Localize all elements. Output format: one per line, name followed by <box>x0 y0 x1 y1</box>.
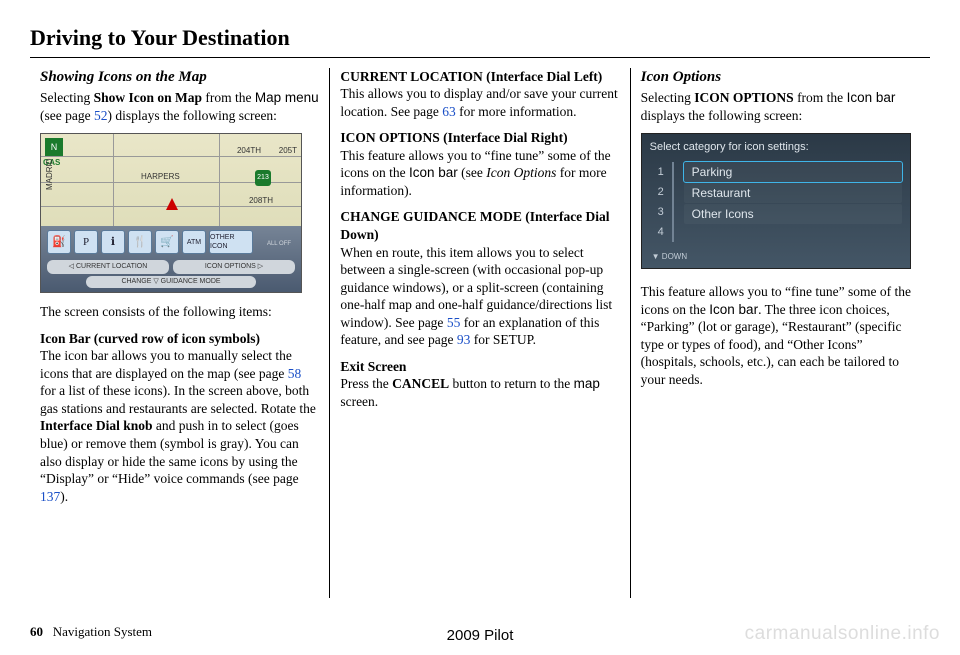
restaurant-icon[interactable]: 🍴 <box>128 230 152 254</box>
option-restaurant[interactable]: Restaurant <box>684 183 902 203</box>
map-road <box>41 156 301 157</box>
highway-shield: 213 <box>255 170 271 186</box>
heading: CURRENT LOCATION (Interface Dial Left) <box>340 69 602 84</box>
street-label: MADRID <box>45 159 55 191</box>
label: DOWN <box>662 252 687 261</box>
text: for more information. <box>456 104 577 119</box>
option-other-icons[interactable]: Other Icons <box>684 204 902 224</box>
text-bold: Interface Dial knob <box>40 418 153 433</box>
text-sans: Icon bar <box>409 165 458 180</box>
col1-subhead: Showing Icons on the Map <box>40 68 319 88</box>
current-location-section: CURRENT LOCATION (Interface Dial Left) T… <box>340 68 619 121</box>
page-link[interactable]: 58 <box>288 366 302 381</box>
text-bold: ICON OPTIONS <box>694 90 793 105</box>
col3-subhead: Icon Options <box>641 68 920 88</box>
icon-row: ⛽ P ℹ 🍴 🛒 ATM OTHER ICON <box>47 230 295 256</box>
parking-icon[interactable]: P <box>74 230 98 254</box>
text: Press the <box>340 376 392 391</box>
text-sans: Map menu <box>255 90 319 105</box>
text: displays the following screen: <box>641 108 803 123</box>
label: CURRENT LOCATION <box>76 263 147 270</box>
map-road <box>219 134 220 232</box>
text: from the <box>202 90 255 105</box>
text: (see page <box>40 108 94 123</box>
current-location-button[interactable]: ◁ CURRENT LOCATION <box>47 260 169 274</box>
text: for SETUP. <box>470 332 536 347</box>
screen2-title: Select category for icon settings: <box>642 134 910 162</box>
street-label: 205T <box>279 146 297 156</box>
page-link[interactable]: 93 <box>457 332 471 347</box>
label: ICON OPTIONS <box>205 263 256 270</box>
atm-icon[interactable]: ATM <box>182 230 206 254</box>
column-3: Icon Options Selecting ICON OPTIONS from… <box>630 68 930 598</box>
heading: ICON OPTIONS (Interface Dial Right) <box>340 130 567 145</box>
row-number: 4 <box>650 222 674 242</box>
text-bold: Show Icon on Map <box>94 90 202 105</box>
text-italic: Icon Options <box>486 165 556 180</box>
map-road <box>113 134 114 232</box>
vehicle-arrow-icon <box>166 198 178 210</box>
row-number: 3 <box>650 202 674 222</box>
change-guidance-section: CHANGE GUIDANCE MODE (Interface Dial Dow… <box>340 208 619 348</box>
street-label: HARPERS <box>141 172 180 182</box>
number-column: 1 2 3 4 <box>650 162 674 242</box>
street-label: 208TH <box>249 196 273 206</box>
page-link[interactable]: 63 <box>442 104 456 119</box>
row-number: 1 <box>650 162 674 182</box>
pill-row: ◁ CURRENT LOCATION ICON OPTIONS ▷ <box>47 260 295 274</box>
text: The icon bar allows you to manually sele… <box>40 348 292 381</box>
option-parking[interactable]: Parking <box>684 162 902 182</box>
content-columns: Showing Icons on the Map Selecting Show … <box>30 68 930 598</box>
map-screenshot: N GAS 204TH 205T HARPERS 208TH MADRID 21… <box>40 133 302 293</box>
gas-icon[interactable]: ⛽ <box>47 230 71 254</box>
row-number: 2 <box>650 182 674 202</box>
text-bold: CANCEL <box>392 376 449 391</box>
other-icon-button[interactable]: OTHER ICON <box>209 230 253 254</box>
icon-bar: ⛽ P ℹ 🍴 🛒 ATM OTHER ICON ALL OFF ◁ CURRE… <box>41 226 301 292</box>
page-title: Driving to Your Destination <box>30 24 930 53</box>
col1-intro: Selecting Show Icon on Map from the Map … <box>40 89 319 124</box>
text: screen. <box>340 394 378 409</box>
text-sans: map <box>574 376 600 391</box>
page-link[interactable]: 55 <box>447 315 461 330</box>
street-label: 204TH <box>237 146 261 156</box>
text-sans: Icon bar <box>709 302 758 317</box>
page-link[interactable]: 137 <box>40 489 60 504</box>
text: for a list of these icons). In the scree… <box>40 383 316 416</box>
screen2-body: 1 2 3 4 Parking Restaurant Other Icons <box>642 162 910 242</box>
info-icon[interactable]: ℹ <box>101 230 125 254</box>
text: ). <box>60 489 68 504</box>
text: Selecting <box>641 90 695 105</box>
text: from the <box>794 90 847 105</box>
iconbar-section: Icon Bar (curved row of icon symbols) Th… <box>40 330 319 505</box>
exit-screen-section: Exit Screen Press the CANCEL button to r… <box>340 358 619 411</box>
text: ) displays the following screen: <box>107 108 276 123</box>
column-1: Showing Icons on the Map Selecting Show … <box>30 68 329 598</box>
heading: Exit Screen <box>340 359 406 374</box>
option-column: Parking Restaurant Other Icons <box>684 162 902 242</box>
shopping-icon[interactable]: 🛒 <box>155 230 179 254</box>
text-sans: Icon bar <box>847 90 896 105</box>
horizontal-rule <box>30 57 930 58</box>
text: Selecting <box>40 90 94 105</box>
icon-options-button[interactable]: ICON OPTIONS ▷ <box>173 260 295 274</box>
icon-options-section: ICON OPTIONS (Interface Dial Right) This… <box>340 129 619 199</box>
icon-options-screenshot: Select category for icon settings: 1 2 3… <box>641 133 911 269</box>
text: button to return to the <box>449 376 573 391</box>
change-guidance-button[interactable]: CHANGE ▽ GUIDANCE MODE <box>86 276 256 288</box>
all-off-label[interactable]: ALL OFF <box>261 240 297 248</box>
compass-icon: N <box>45 138 63 156</box>
column-2: CURRENT LOCATION (Interface Dial Left) T… <box>329 68 629 598</box>
heading: CHANGE GUIDANCE MODE (Interface Dial Dow… <box>340 209 609 242</box>
col1-after-img: The screen consists of the following ite… <box>40 303 319 321</box>
iconbar-head: Icon Bar (curved row of icon symbols) <box>40 331 260 346</box>
text: (see <box>458 165 486 180</box>
page-link[interactable]: 52 <box>94 108 108 123</box>
col3-intro: Selecting ICON OPTIONS from the Icon bar… <box>641 89 920 124</box>
model-label: 2009 Pilot <box>0 626 960 646</box>
down-label: ▼ DOWN <box>652 252 687 262</box>
col3-body: This feature allows you to “fine tune” s… <box>641 283 920 388</box>
